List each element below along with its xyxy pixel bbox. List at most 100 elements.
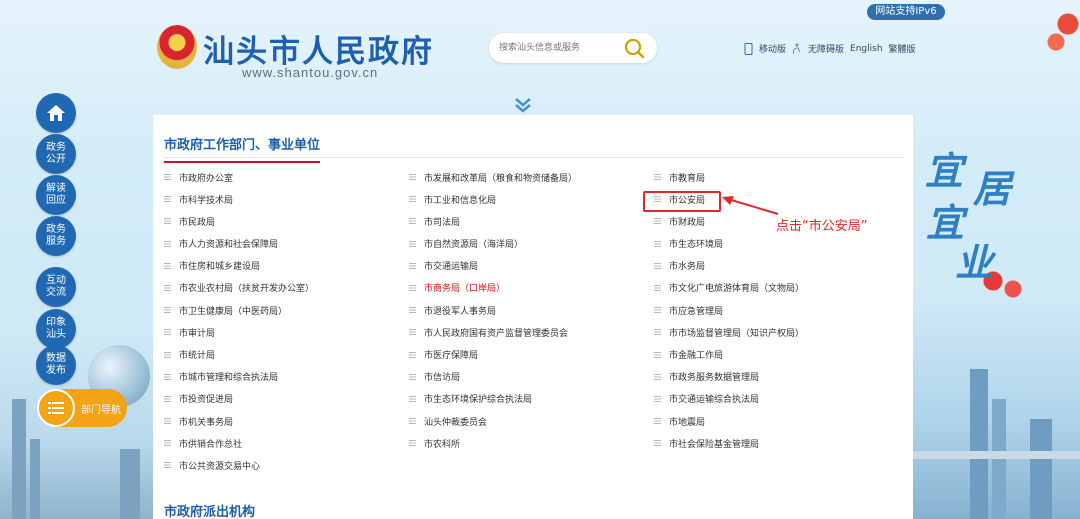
department-link[interactable]: 市政府办公室 [164,170,233,184]
building-shape [120,449,140,519]
site-url: www.shantou.gov.cn [242,65,379,80]
list-bullet-icon [409,440,416,447]
department-link[interactable]: 市政务服务数据管理局 [654,370,759,384]
department-name: 市卫生健康局（中医药局） [179,306,288,317]
department-row: 市公共资源交易中心 [164,458,904,480]
list-bullet-icon [164,351,171,358]
department-link[interactable]: 市水务局 [654,259,705,273]
department-link[interactable]: 市人力资源和社会保障局 [164,237,278,251]
department-link[interactable]: 市发展和改革局（粮食和物资储备局） [409,170,577,184]
sidenav-item-interpretation[interactable]: 解读回应 [36,175,76,215]
department-link[interactable]: 市科学技术局 [164,192,233,206]
department-link[interactable]: 市医疗保障局 [409,348,478,362]
department-link[interactable]: 市人民政府国有资产监督管理委员会 [409,325,568,339]
english-link[interactable]: English [850,44,883,54]
department-name: 市水务局 [669,262,706,273]
chevron-down-icon[interactable] [512,96,534,114]
home-button[interactable] [36,93,76,133]
department-link[interactable]: 市工业和信息化局 [409,192,496,206]
sidenav-item-services[interactable]: 政务服务 [36,216,76,256]
list-bullet-icon [164,262,171,269]
department-row: 市卫生健康局（中医药局） 市退役军人事务局 市应急管理局 [164,303,904,325]
department-link[interactable]: 市城市管理和综合执法局 [164,370,278,384]
department-link[interactable]: 市交通运输综合执法局 [654,392,759,406]
department-link[interactable]: 市农业农村局（扶贫开发办公室） [164,281,314,295]
list-icon [37,389,75,427]
department-link[interactable]: 市审计局 [164,325,215,339]
accessibility-link[interactable]: 无障碍版 [808,42,844,55]
slogan-char: 业 [955,240,994,285]
list-bullet-icon [164,329,171,336]
sidenav-item-interaction[interactable]: 互动交流 [36,267,76,307]
department-row: 市人力资源和社会保障局 市自然资源局（海洋局） 市生态环境局 [164,237,904,259]
department-link[interactable]: 市文化广电旅游体育局（文物局） [654,281,804,295]
list-bullet-icon [164,307,171,314]
department-name: 市审计局 [179,328,216,339]
department-link[interactable]: 市教育局 [654,170,705,184]
department-link[interactable]: 市农科所 [409,436,460,450]
department-nav-button[interactable]: 部门导航 [37,389,127,427]
department-link[interactable]: 市商务局（口岸局） [409,281,505,295]
department-row: 市审计局 市人民政府国有资产监督管理委员会 市市场监督管理局（知识产权局） [164,325,904,347]
mobile-version-link[interactable]: 移动版 [759,42,786,55]
department-link[interactable]: 市住房和城乡建设局 [164,259,260,273]
department-row: 市住房和城乡建设局 市交通运输局 市水务局 [164,259,904,281]
highlight-box [643,191,721,212]
traditional-chinese-link[interactable]: 繁體版 [889,42,916,55]
department-name: 市应急管理局 [669,306,724,317]
department-link[interactable]: 市司法局 [409,214,460,228]
department-link[interactable]: 市地震局 [654,414,705,428]
department-link[interactable]: 市民政局 [164,214,215,228]
list-bullet-icon [164,373,171,380]
department-row: 市农业农村局（扶贫开发办公室） 市商务局（口岸局） 市文化广电旅游体育局（文物局） [164,281,904,303]
list-bullet-icon [409,307,416,314]
department-name: 市投资促进局 [179,395,234,406]
section-divider [164,157,904,158]
department-link[interactable]: 市生态环境局 [654,237,723,251]
department-link[interactable]: 市自然资源局（海洋局） [409,237,523,251]
building-shape [970,369,988,519]
search-input[interactable] [499,40,614,56]
list-bullet-icon [164,240,171,247]
department-nav-label: 部门导航 [81,404,121,416]
department-link[interactable]: 市应急管理局 [654,303,723,317]
list-bullet-icon [654,284,661,291]
search-icon[interactable] [622,37,646,59]
list-bullet-icon [654,240,661,247]
department-link[interactable]: 市财政局 [654,214,705,228]
department-row: 市供销合作总社 市农科所 市社会保险基金管理局 [164,436,904,458]
department-link[interactable]: 市市场监督管理局（知识产权局） [654,325,804,339]
department-link[interactable]: 市金融工作局 [654,348,723,362]
department-link[interactable]: 市统计局 [164,348,215,362]
department-link[interactable]: 市交通运输局 [409,259,478,273]
list-bullet-icon [654,440,661,447]
department-link[interactable]: 市公共资源交易中心 [164,458,260,472]
list-bullet-icon [409,174,416,180]
department-link[interactable]: 市卫生健康局（中医药局） [164,303,287,317]
list-bullet-icon [409,240,416,247]
department-row: 市科学技术局 市工业和信息化局 市公安局 [164,192,904,214]
sidenav-item-impression-shantou[interactable]: 印象汕头 [36,309,76,349]
department-link[interactable]: 市信访局 [409,370,460,384]
sidenav-item-government-affairs[interactable]: 政务公开 [36,134,76,174]
department-row: 市投资促进局 市生态环境保护综合执法局 市交通运输综合执法局 [164,392,904,414]
home-icon [47,105,65,121]
department-link[interactable]: 汕头仲裁委员会 [409,414,487,428]
department-link[interactable]: 市机关事务局 [164,414,233,428]
sidenav-item-data-release[interactable]: 数据发布 [36,345,76,385]
department-link[interactable]: 市社会保险基金管理局 [654,436,759,450]
department-name: 市城市管理和综合执法局 [179,373,279,384]
department-link[interactable]: 市退役军人事务局 [409,303,496,317]
department-name: 市市场监督管理局（知识产权局） [669,328,805,339]
main-panel: 市政府工作部门、事业单位 市政府办公室 市发展和改革局（粮食和物资储备局） 市教育局… [153,115,913,519]
department-name: 市教育局 [669,173,706,184]
department-link[interactable]: 市供销合作总社 [164,436,242,450]
department-name: 市退役军人事务局 [424,306,497,317]
building-shape [1030,419,1052,519]
list-bullet-icon [164,418,171,425]
department-name: 市文化广电旅游体育局（文物局） [669,284,805,295]
department-link[interactable]: 市投资促进局 [164,392,233,406]
department-name: 市司法局 [424,217,461,228]
bridge-shape [910,451,1080,459]
department-link[interactable]: 市生态环境保护综合执法局 [409,392,532,406]
